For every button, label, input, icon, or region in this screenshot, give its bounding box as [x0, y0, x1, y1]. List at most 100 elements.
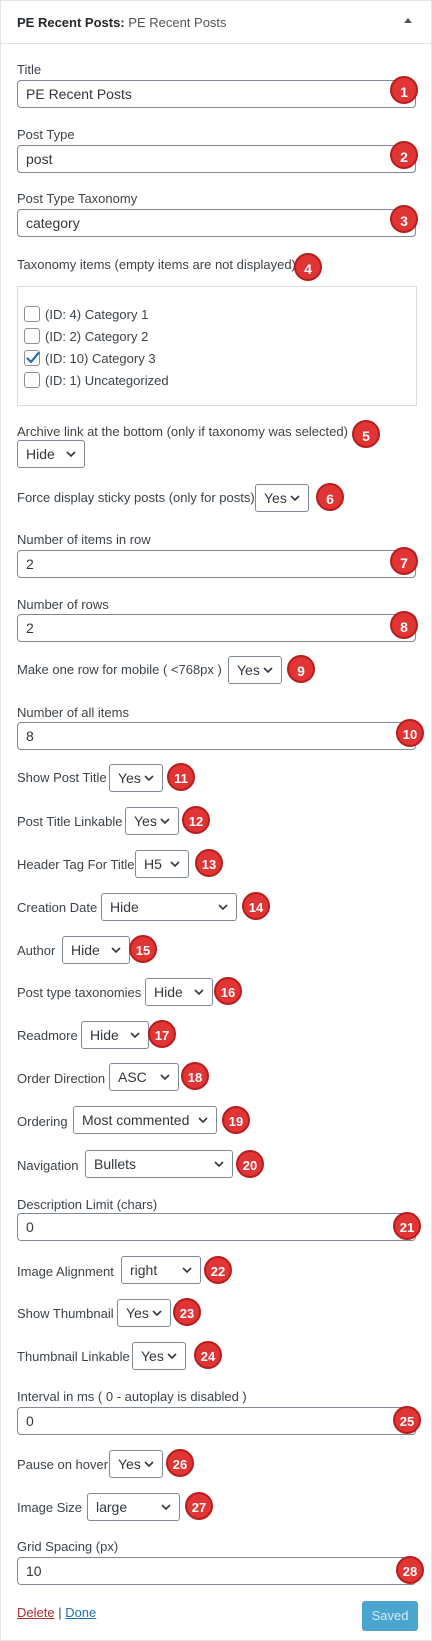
creation-date-select[interactable]: Hide [101, 893, 237, 921]
image-size-label: Image Size [17, 1500, 83, 1515]
rows-input[interactable]: 2 [17, 614, 416, 642]
annotation-badge: 10 [396, 719, 424, 747]
chevron-down-icon [263, 667, 273, 674]
annotation-badge: 25 [393, 1406, 421, 1434]
widget-header[interactable]: PE Recent Posts: PE Recent Posts [1, 1, 431, 44]
taxonomy-items-label: Taxonomy items (empty items are not disp… [17, 257, 296, 272]
annotation-badge: 9 [287, 655, 315, 683]
chevron-down-icon [198, 1117, 208, 1124]
checkbox[interactable] [24, 328, 40, 344]
chevron-down-icon [152, 1310, 162, 1317]
chevron-down-icon [182, 1267, 192, 1274]
rows-label: Number of rows [17, 597, 109, 612]
post-type-taxonomy-label: Post Type Taxonomy [17, 191, 138, 206]
annotation-badge: 19 [222, 1106, 250, 1134]
annotation-badge: 22 [204, 1256, 232, 1284]
checkbox-checked[interactable] [24, 350, 40, 366]
post-title-linkable-label: Post Title Linkable [17, 814, 123, 829]
chevron-down-icon [290, 495, 300, 502]
description-limit-input[interactable]: 0 [17, 1213, 416, 1241]
order-direction-label: Order Direction [17, 1071, 106, 1086]
archive-link-select[interactable]: Hide [17, 440, 85, 468]
chevron-down-icon [170, 861, 180, 868]
creation-date-label: Creation Date [17, 900, 98, 915]
header-tag-select[interactable]: H5 [135, 850, 189, 878]
taxonomy-item-label: (ID: 10) Category 3 [45, 350, 156, 366]
chevron-down-icon [130, 1032, 140, 1039]
checkbox[interactable] [24, 372, 40, 388]
chevron-down-icon [111, 947, 121, 954]
pause-hover-select[interactable]: Yes [109, 1450, 163, 1478]
annotation-badge: 24 [194, 1341, 222, 1369]
taxonomy-item-label: (ID: 2) Category 2 [45, 328, 149, 344]
annotation-badge: 5 [352, 420, 380, 448]
annotation-badge: 4 [294, 253, 322, 281]
image-alignment-label: Image Alignment [17, 1264, 114, 1279]
taxonomy-item[interactable]: (ID: 4) Category 1 [24, 304, 148, 324]
navigation-select[interactable]: Bullets [85, 1150, 233, 1178]
annotation-badge: 20 [236, 1150, 264, 1178]
navigation-label: Navigation [17, 1158, 79, 1173]
show-thumbnail-select[interactable]: Yes [117, 1299, 171, 1327]
saved-button[interactable]: Saved [362, 1601, 418, 1631]
title-label: Title [17, 62, 42, 77]
title-input[interactable]: PE Recent Posts [17, 80, 416, 108]
readmore-label: Readmore [17, 1028, 78, 1043]
pause-hover-label: Pause on hover [17, 1457, 109, 1472]
widget-title: PE Recent Posts: PE Recent Posts [17, 15, 227, 30]
chevron-down-icon [144, 775, 154, 782]
annotation-badge: 8 [390, 611, 418, 639]
annotation-badge: 13 [195, 849, 223, 877]
chevron-down-icon [144, 1461, 154, 1468]
post-type-input[interactable]: post [17, 145, 416, 173]
post-type-taxonomies-label: Post type taxonomies [17, 985, 142, 1000]
annotation-badge: 12 [182, 806, 210, 834]
annotation-badge: 23 [173, 1298, 201, 1326]
annotation-badge: 6 [316, 483, 344, 511]
post-type-taxonomy-input[interactable]: category [17, 209, 416, 237]
interval-input[interactable]: 0 [17, 1407, 416, 1435]
post-type-taxonomies-select[interactable]: Hide [145, 978, 213, 1006]
annotation-badge: 18 [181, 1062, 209, 1090]
order-direction-select[interactable]: ASC [109, 1063, 179, 1091]
items-in-row-input[interactable]: 2 [17, 550, 416, 578]
force-sticky-select[interactable]: Yes [255, 484, 309, 512]
post-title-linkable-select[interactable]: Yes [125, 807, 179, 835]
author-select[interactable]: Hide [62, 936, 130, 964]
post-type-label: Post Type [17, 127, 75, 142]
done-link[interactable]: Done [65, 1605, 96, 1620]
widget-panel: PE Recent Posts: PE Recent Posts Title P… [0, 0, 432, 1641]
checkmark-icon [26, 351, 40, 364]
annotation-badge: 2 [390, 141, 418, 169]
annotation-badge: 27 [185, 1492, 213, 1520]
annotation-badge: 17 [148, 1020, 176, 1048]
show-thumbnail-label: Show Thumbnail [17, 1306, 114, 1321]
show-post-title-select[interactable]: Yes [109, 764, 163, 792]
delete-link[interactable]: Delete [17, 1605, 55, 1620]
ordering-select[interactable]: Most commented [73, 1106, 217, 1134]
annotation-badge: 11 [167, 763, 195, 791]
widget-actions: Delete | Done [17, 1605, 96, 1620]
taxonomy-item[interactable]: (ID: 2) Category 2 [24, 326, 148, 346]
chevron-down-icon [161, 1504, 171, 1511]
collapse-arrow-icon[interactable] [401, 14, 415, 28]
readmore-select[interactable]: Hide [81, 1021, 149, 1049]
one-row-mobile-select[interactable]: Yes [228, 656, 282, 684]
thumbnail-linkable-select[interactable]: Yes [132, 1342, 186, 1370]
image-size-select[interactable]: large [87, 1493, 180, 1521]
all-items-input[interactable]: 8 [17, 722, 416, 750]
taxonomy-item-label: (ID: 1) Uncategorized [45, 372, 169, 388]
chevron-down-icon [160, 818, 170, 825]
all-items-label: Number of all items [17, 705, 129, 720]
grid-spacing-input[interactable]: 10 [17, 1557, 416, 1585]
chevron-down-icon [160, 1074, 170, 1081]
taxonomy-item[interactable]: (ID: 10) Category 3 [24, 348, 156, 368]
author-label: Author [17, 943, 56, 958]
image-alignment-select[interactable]: right [121, 1256, 201, 1284]
interval-label: Interval in ms ( 0 - autoplay is disable… [17, 1389, 247, 1404]
checkbox[interactable] [24, 306, 40, 322]
annotation-badge: 1 [390, 76, 418, 104]
annotation-badge: 3 [390, 205, 418, 233]
description-limit-label: Description Limit (chars) [17, 1197, 158, 1212]
taxonomy-item[interactable]: (ID: 1) Uncategorized [24, 370, 169, 390]
